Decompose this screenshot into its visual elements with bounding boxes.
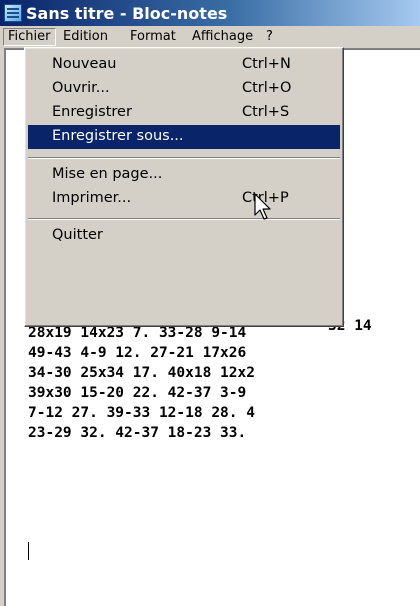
title-bar: Sans titre - Bloc-notes [0, 0, 420, 26]
menu-item-enregistrer[interactable]: Enregistrer Ctrl+S [28, 101, 340, 125]
menu-format[interactable]: Format [126, 29, 180, 45]
notepad-icon [4, 4, 22, 22]
window-title: Sans titre - Bloc-notes [26, 3, 228, 23]
text-caret [28, 542, 29, 560]
menu-help[interactable]: ? [262, 29, 277, 45]
text-line: 49-43 4-9 12. 27-21 17x26 [28, 345, 247, 361]
text-lines: 28x19 14x23 7. 33-28 9-14 49-43 4-9 12. … [6, 323, 255, 443]
menu-item-label: Enregistrer [52, 104, 132, 120]
menu-separator [28, 157, 340, 159]
menu-separator [28, 218, 340, 220]
menu-item-shortcut: Ctrl+O [242, 80, 292, 96]
menu-fichier[interactable]: Fichier [3, 28, 56, 46]
menu-item-shortcut: Ctrl+S [242, 104, 290, 120]
menu-item-label: Quitter [52, 227, 103, 243]
menu-item-mise-en-page[interactable]: Mise en page... [28, 163, 340, 187]
menu-item-enregistrer-sous[interactable]: Enregistrer sous... [28, 125, 340, 149]
menu-item-shortcut: Ctrl+N [242, 56, 291, 72]
menu-item-label: Mise en page... [52, 166, 163, 182]
menu-item-imprimer[interactable]: Imprimer... Ctrl+P [28, 187, 340, 211]
file-menu-dropdown: Nouveau Ctrl+N Ouvrir... Ctrl+O Enregist… [24, 47, 344, 327]
mouse-pointer-icon [254, 193, 271, 220]
menu-item-label: Nouveau [52, 56, 117, 72]
menu-item-nouveau[interactable]: Nouveau Ctrl+N [28, 53, 340, 77]
menu-item-ouvrir[interactable]: Ouvrir... Ctrl+O [28, 77, 340, 101]
text-line: 39x30 15-20 22. 42-37 3-9 [28, 385, 247, 401]
text-line: 7-12 27. 39-33 12-18 28. 4 [28, 405, 255, 421]
menu-item-quitter[interactable]: Quitter [28, 224, 340, 248]
menu-item-label: Imprimer... [52, 190, 132, 206]
menu-item-label: Ouvrir... [52, 80, 110, 96]
menu-affichage[interactable]: Affichage [188, 29, 257, 45]
text-line: 23-29 32. 42-37 18-23 33. [28, 425, 247, 441]
menu-bar: Fichier Edition Format Affichage ? [0, 26, 420, 48]
text-line: 34-30 25x34 17. 40x18 12x2 [28, 365, 255, 381]
menu-item-label: Enregistrer sous... [52, 128, 184, 144]
menu-edition[interactable]: Edition [59, 29, 112, 45]
